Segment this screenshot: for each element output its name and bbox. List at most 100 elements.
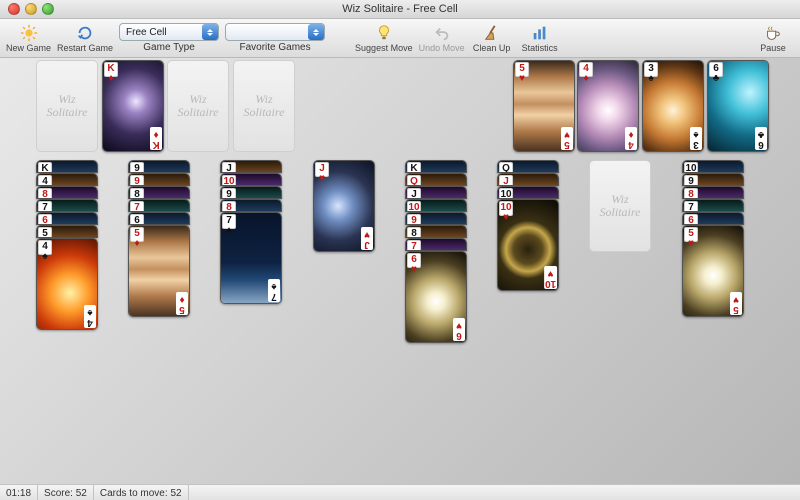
card-9♣[interactable]: 9♣ bbox=[220, 186, 282, 199]
status-score-label: Score: bbox=[44, 488, 73, 499]
card-rank-corner: Q♦ bbox=[407, 175, 421, 186]
card-rank-corner: 7♦ bbox=[130, 201, 144, 212]
status-cards-value: 52 bbox=[170, 488, 181, 499]
card-6♣[interactable]: 6♣6♣ bbox=[707, 60, 769, 152]
card-5♣[interactable]: 5♣ bbox=[36, 225, 98, 238]
refresh-icon bbox=[76, 24, 94, 42]
sun-icon bbox=[20, 24, 38, 42]
card-6♠[interactable]: 6♠ bbox=[128, 212, 190, 225]
clean-up-button[interactable]: Clean Up bbox=[471, 20, 513, 56]
card-8♠[interactable]: 8♠ bbox=[405, 225, 467, 238]
toolbar-label: Undo Move bbox=[419, 43, 465, 53]
card-4♠[interactable]: 4♠4♠ bbox=[36, 238, 98, 330]
card-4♣[interactable]: 4♣ bbox=[36, 173, 98, 186]
card-10♥[interactable]: 10♥ bbox=[405, 199, 467, 212]
card-8♦[interactable]: 8♦ bbox=[220, 199, 282, 212]
card-6♦[interactable]: 6♦ bbox=[36, 212, 98, 225]
card-K♠[interactable]: K♠ bbox=[36, 160, 98, 173]
toolbar-label: Clean Up bbox=[473, 43, 511, 53]
card-10♣[interactable]: 10♣ bbox=[497, 186, 559, 199]
toolbar-label: New Game bbox=[6, 43, 51, 53]
card-rank-corner: 9♦ bbox=[130, 175, 144, 186]
card-3♠[interactable]: 3♠3♠ bbox=[642, 60, 704, 152]
card-K♣[interactable]: K♣ bbox=[405, 160, 467, 173]
card-8♥[interactable]: 8♥ bbox=[682, 186, 744, 199]
card-4♦[interactable]: 4♦4♦ bbox=[577, 60, 639, 152]
free-cell-2[interactable]: Wiz Solitaire bbox=[167, 60, 229, 152]
card-7♠[interactable]: 7♠ bbox=[682, 199, 744, 212]
card-rank-corner: 3♠ bbox=[690, 127, 702, 150]
card-J♣[interactable]: J♣ bbox=[220, 160, 282, 173]
card-5♥[interactable]: 5♥ 5♥ bbox=[513, 60, 575, 152]
window-title: Wiz Solitaire - Free Cell bbox=[0, 3, 800, 15]
card-rank-corner: 10♥ bbox=[544, 266, 557, 289]
toolbar-label: Restart Game bbox=[57, 43, 113, 53]
card-7♠[interactable]: 7♠7♠ bbox=[220, 212, 282, 304]
free-cell-0[interactable]: Wiz Solitaire bbox=[36, 60, 98, 152]
card-rank-corner: 10♦ bbox=[222, 175, 236, 186]
card-rank-corner: 9♣ bbox=[222, 188, 236, 199]
status-bar: 01:18 Score: 52 Cards to move: 52 bbox=[0, 484, 800, 500]
card-rank-corner: 8♥ bbox=[38, 188, 52, 199]
card-5♥[interactable]: 5♥5♥ bbox=[682, 225, 744, 317]
card-rank-corner: 8♦ bbox=[222, 201, 236, 212]
zoom-icon[interactable] bbox=[42, 3, 54, 15]
card-rank-corner: J♣ bbox=[222, 162, 236, 173]
tableau-empty-6[interactable]: Wiz Solitaire bbox=[589, 160, 651, 252]
card-9♣[interactable]: 9♣ bbox=[682, 173, 744, 186]
lightbulb-icon bbox=[375, 24, 393, 42]
toolbar-label: Pause bbox=[760, 43, 786, 53]
card-10♥[interactable]: 10♥10♥ bbox=[497, 199, 559, 291]
card-rank-corner: Q♠ bbox=[499, 162, 513, 173]
card-7♣[interactable]: 7♣ bbox=[36, 199, 98, 212]
play-area[interactable]: Wiz SolitaireK♦K♦Wiz SolitaireWiz Solita… bbox=[0, 58, 800, 484]
card-9♥[interactable]: 9♥ bbox=[405, 212, 467, 225]
game-type-select[interactable]: Free Cell bbox=[119, 23, 219, 41]
dropdown-label: Game Type bbox=[143, 42, 195, 53]
card-6♥[interactable]: 6♥6♥ bbox=[405, 251, 467, 343]
minimize-icon[interactable] bbox=[25, 3, 37, 15]
card-rank-corner: 5♥ bbox=[515, 62, 529, 77]
status-score-value: 52 bbox=[76, 488, 87, 499]
card-rank-corner: K♦ bbox=[150, 127, 162, 150]
card-rank-corner: 5♦ bbox=[176, 292, 188, 315]
new-game-button[interactable]: New Game bbox=[6, 20, 51, 56]
card-7♦[interactable]: 7♦ bbox=[128, 199, 190, 212]
card-J♥[interactable]: J♥J♥ bbox=[313, 160, 375, 252]
suggest-move-button[interactable]: Suggest Move bbox=[355, 20, 413, 56]
card-rank-corner: K♣ bbox=[407, 162, 421, 173]
card-rank-corner: 9♠ bbox=[130, 162, 144, 173]
card-rank-corner: 5♥ bbox=[561, 127, 573, 150]
card-J♠[interactable]: J♠ bbox=[405, 186, 467, 199]
card-rank-corner: 7♠ bbox=[222, 214, 236, 229]
statistics-button[interactable]: Statistics bbox=[519, 20, 561, 56]
card-10♦[interactable]: 10♦ bbox=[220, 173, 282, 186]
free-cell-3[interactable]: Wiz Solitaire bbox=[233, 60, 295, 152]
status-score: Score: 52 bbox=[38, 485, 94, 500]
card-9♦[interactable]: 9♦ bbox=[128, 173, 190, 186]
favorite-games-select[interactable] bbox=[225, 23, 325, 41]
card-10♠[interactable]: 10♠ bbox=[682, 160, 744, 173]
card-9♠[interactable]: 9♠ bbox=[128, 160, 190, 173]
card-rank-corner: 7♥ bbox=[407, 240, 421, 251]
card-rank-corner: 4♦ bbox=[625, 127, 637, 150]
card-Q♦[interactable]: Q♦ bbox=[405, 173, 467, 186]
close-icon[interactable] bbox=[8, 3, 20, 15]
restart-game-button[interactable]: Restart Game bbox=[57, 20, 113, 56]
card-rank-corner: J♦ bbox=[499, 175, 513, 186]
card-8♥[interactable]: 8♥ bbox=[36, 186, 98, 199]
toolbar: New Game Restart Game Free Cell Game Typ… bbox=[0, 19, 800, 58]
card-K♦[interactable]: K♦K♦ bbox=[102, 60, 164, 152]
card-J♦[interactable]: J♦ bbox=[497, 173, 559, 186]
card-rank-corner: 9♥ bbox=[407, 214, 421, 225]
pause-button[interactable]: Pause bbox=[752, 20, 794, 56]
card-6♥[interactable]: 6♥ bbox=[682, 212, 744, 225]
card-rank-corner: 6♥ bbox=[453, 318, 465, 341]
card-rank-corner: 4♠ bbox=[38, 240, 52, 255]
undo-icon bbox=[433, 24, 451, 42]
card-Q♠[interactable]: Q♠ bbox=[497, 160, 559, 173]
card-rank-corner: 5♥ bbox=[730, 292, 742, 315]
card-7♥[interactable]: 7♥ bbox=[405, 238, 467, 251]
card-5♦[interactable]: 5♦5♦ bbox=[128, 225, 190, 317]
card-8♣[interactable]: 8♣ bbox=[128, 186, 190, 199]
